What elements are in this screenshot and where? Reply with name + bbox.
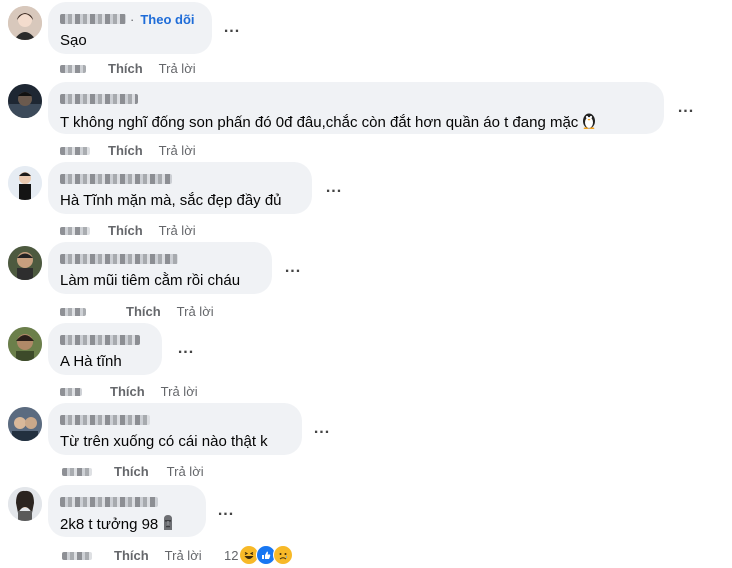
reply-button[interactable]: Trả lời (161, 384, 198, 399)
separator-dot: · (130, 11, 135, 27)
author-name[interactable] (60, 94, 138, 104)
timestamp[interactable] (60, 304, 90, 319)
comment-text: Làm mũi tiêm cằm rồi cháu (60, 272, 241, 289)
comment-bubble: A Hà tĩnh (48, 323, 162, 375)
comment-item: 2k8 t tưởng 98 ... Thích Trả lời (0, 485, 732, 565)
more-options-button[interactable]: ... (322, 180, 346, 202)
reply-button[interactable]: Trả lời (165, 548, 202, 563)
author-name[interactable] (60, 254, 178, 264)
more-options-button[interactable]: ... (674, 100, 698, 122)
comment-text: A Hà tĩnh (60, 353, 122, 370)
comment-bubble: Từ trên xuống có cái nào thật k (48, 403, 302, 455)
timestamp[interactable] (62, 548, 92, 563)
avatar[interactable] (8, 487, 42, 521)
timestamp[interactable] (60, 61, 90, 76)
timestamp[interactable] (60, 384, 90, 399)
like-button[interactable]: Thích (108, 223, 143, 238)
avatar[interactable] (8, 246, 42, 280)
comment-actions: Thích Trả lời (62, 547, 202, 563)
comment-text: Hà Tĩnh mặn mà, sắc đẹp đầy đủ (60, 192, 282, 209)
reply-button[interactable]: Trả lời (159, 223, 196, 238)
reaction-count: 12 (224, 547, 239, 563)
like-button[interactable]: Thích (108, 143, 143, 158)
timestamp[interactable] (62, 464, 92, 479)
author-name[interactable] (60, 174, 172, 184)
comment-bubble: · Theo dõi Sạo (48, 2, 212, 54)
comment-actions: Thích Trả lời (60, 303, 214, 319)
comment-item: · Theo dõi Sạo ... Thích Trả lời (0, 0, 732, 80)
avatar[interactable] (8, 327, 42, 361)
comment-text: Sạo (60, 32, 87, 49)
more-options-button[interactable]: ... (214, 503, 238, 525)
avatar[interactable] (8, 6, 42, 40)
reaction-summary[interactable]: 12 (224, 544, 294, 566)
comment-item: T không nghĩ đống son phấn đó 0đ đâu,chắ… (0, 82, 732, 162)
author-name[interactable] (60, 14, 126, 24)
more-options-button[interactable]: ... (220, 20, 244, 42)
sad-icon (273, 545, 294, 565)
moai-icon (161, 514, 175, 536)
avatar[interactable] (8, 407, 42, 441)
like-button[interactable]: Thích (114, 464, 149, 479)
follow-button[interactable]: Theo dõi (140, 12, 194, 27)
comment-actions: Thích Trả lời (60, 60, 196, 76)
comment-bubble: Hà Tĩnh mặn mà, sắc đẹp đầy đủ (48, 162, 312, 214)
like-button[interactable]: Thích (110, 384, 145, 399)
comment-actions: Thích Trả lời (60, 383, 198, 399)
more-options-button[interactable]: ... (281, 260, 305, 282)
comment-item: A Hà tĩnh ... Thích Trả lời (0, 323, 732, 403)
reply-button[interactable]: Trả lời (167, 464, 204, 479)
comment-bubble: 2k8 t tưởng 98 (48, 485, 206, 537)
avatar[interactable] (8, 84, 42, 118)
author-name[interactable] (60, 415, 150, 425)
comment-text: Từ trên xuống có cái nào thật k (60, 433, 268, 450)
author-name[interactable] (60, 497, 158, 507)
like-button[interactable]: Thích (114, 548, 149, 563)
timestamp[interactable] (60, 143, 90, 158)
more-options-button[interactable]: ... (310, 421, 334, 443)
comment-actions: Thích Trả lời (62, 463, 204, 479)
comment-bubble: Làm mũi tiêm cằm rồi cháu (48, 242, 272, 294)
comment-item: Từ trên xuống có cái nào thật k ... Thíc… (0, 403, 732, 483)
reply-button[interactable]: Trả lời (177, 304, 214, 319)
reply-button[interactable]: Trả lời (159, 143, 196, 158)
penguin-icon (581, 111, 597, 135)
comment-actions: Thích Trả lời (60, 222, 196, 238)
comment-item: Hà Tĩnh mặn mà, sắc đẹp đầy đủ ... Thích… (0, 162, 732, 242)
reply-button[interactable]: Trả lời (159, 61, 196, 76)
avatar[interactable] (8, 166, 42, 200)
like-button[interactable]: Thích (108, 61, 143, 76)
more-options-button[interactable]: ... (174, 341, 198, 363)
comment-item: Làm mũi tiêm cằm rồi cháu ... Thích Trả … (0, 242, 732, 322)
comment-actions: Thích Trả lời (60, 142, 196, 158)
timestamp[interactable] (60, 223, 90, 238)
comment-text: T không nghĩ đống son phấn đó 0đ đâu,chắ… (60, 111, 652, 135)
comment-bubble: T không nghĩ đống son phấn đó 0đ đâu,chắ… (48, 82, 664, 134)
comment-text: 2k8 t tưởng 98 (60, 514, 194, 536)
author-name[interactable] (60, 335, 140, 345)
like-button[interactable]: Thích (126, 304, 161, 319)
